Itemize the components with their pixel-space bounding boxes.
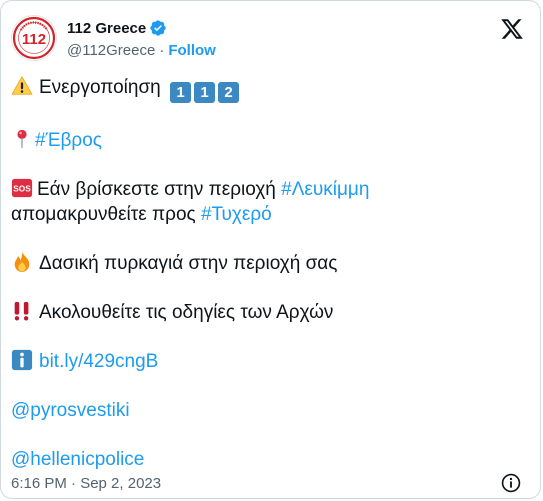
handle[interactable]: @112Greece xyxy=(67,42,155,59)
svg-text:SOS: SOS xyxy=(13,185,31,194)
fire-icon xyxy=(14,251,30,273)
activation-text: Ενεργοποίηση xyxy=(39,77,161,98)
keycap-112-icon: 112 xyxy=(170,79,242,104)
area-text: Εάν βρίσκεστε στην περιοχή xyxy=(37,179,276,200)
round-pushpin-icon xyxy=(17,129,27,149)
keycap-digit: 2 xyxy=(218,82,240,103)
hashtag-evros[interactable]: #Έβρος xyxy=(35,130,102,151)
avatar[interactable]: 112 xyxy=(11,15,57,61)
double-exclamation-icon xyxy=(14,301,29,321)
short-link[interactable]: bit.ly/429cngB xyxy=(39,351,158,372)
evacuate-text: απομακρυνθείτε προς xyxy=(11,204,196,225)
warning-icon xyxy=(11,76,33,95)
tweet-card[interactable]: 112 112 Greece @112Greece · Follow Ενεργ… xyxy=(0,0,541,499)
instructions-text: Ακολουθείτε τις οδηγίες των Αρχών xyxy=(39,302,334,323)
tweet-line-area: SOS Εάν βρίσκεστε στην περιοχή #Λευκίμμη xyxy=(11,177,528,202)
hashtag-tychero[interactable]: #Τυχερό xyxy=(201,204,272,225)
tweet-text: Ενεργοποίηση 112 #Έβρος SOS Εάν βρίσκεστ… xyxy=(11,75,528,472)
112-logo-icon: 112 xyxy=(12,16,56,60)
tweet-line-evacuate: απομακρυνθείτε προς #Τυχερό xyxy=(11,202,528,227)
separator-dot: · xyxy=(159,41,165,59)
tweet-line-link: bit.ly/429cngB xyxy=(11,349,528,374)
mention-hellenicpolice[interactable]: @hellenicpolice xyxy=(11,449,144,470)
avatar-text: 112 xyxy=(22,31,46,48)
verified-badge-icon xyxy=(150,20,166,36)
keycap-digit: 1 xyxy=(194,82,216,103)
follow-button[interactable]: Follow xyxy=(168,42,216,59)
tweet-line-fire: Δασική πυρκαγιά στην περιοχή σας xyxy=(11,251,528,276)
tweet-line-location: #Έβρος xyxy=(11,128,528,153)
keycap-digit: 1 xyxy=(170,82,192,103)
hashtag-lefkimmi[interactable]: #Λευκίμμη xyxy=(281,179,369,200)
sos-icon: SOS xyxy=(11,178,33,198)
tweet-header: 112 112 Greece @112Greece · Follow xyxy=(11,13,528,65)
info-circle-icon[interactable] xyxy=(500,472,522,494)
tweet-footer: 6:16 PM · Sep 2, 2023 xyxy=(11,472,528,494)
fire-text: Δασική πυρκαγιά στην περιοχή σας xyxy=(39,253,338,274)
tweet-line-mention-2: @hellenicpolice xyxy=(11,447,528,472)
mention-pyrosvestiki[interactable]: @pyrosvestiki xyxy=(11,400,130,421)
display-name[interactable]: 112 Greece xyxy=(67,20,146,37)
tweet-line-instructions: Ακολουθείτε τις οδηγίες των Αρχών xyxy=(11,300,528,325)
tweet-line-activation: Ενεργοποίηση 112 xyxy=(11,75,528,104)
information-icon xyxy=(11,349,33,371)
tweet-line-mention-1: @pyrosvestiki xyxy=(11,398,528,423)
timestamp[interactable]: 6:16 PM · Sep 2, 2023 xyxy=(11,475,161,492)
author-info: 112 Greece @112Greece · Follow xyxy=(67,17,216,61)
x-logo-icon[interactable] xyxy=(500,17,524,41)
